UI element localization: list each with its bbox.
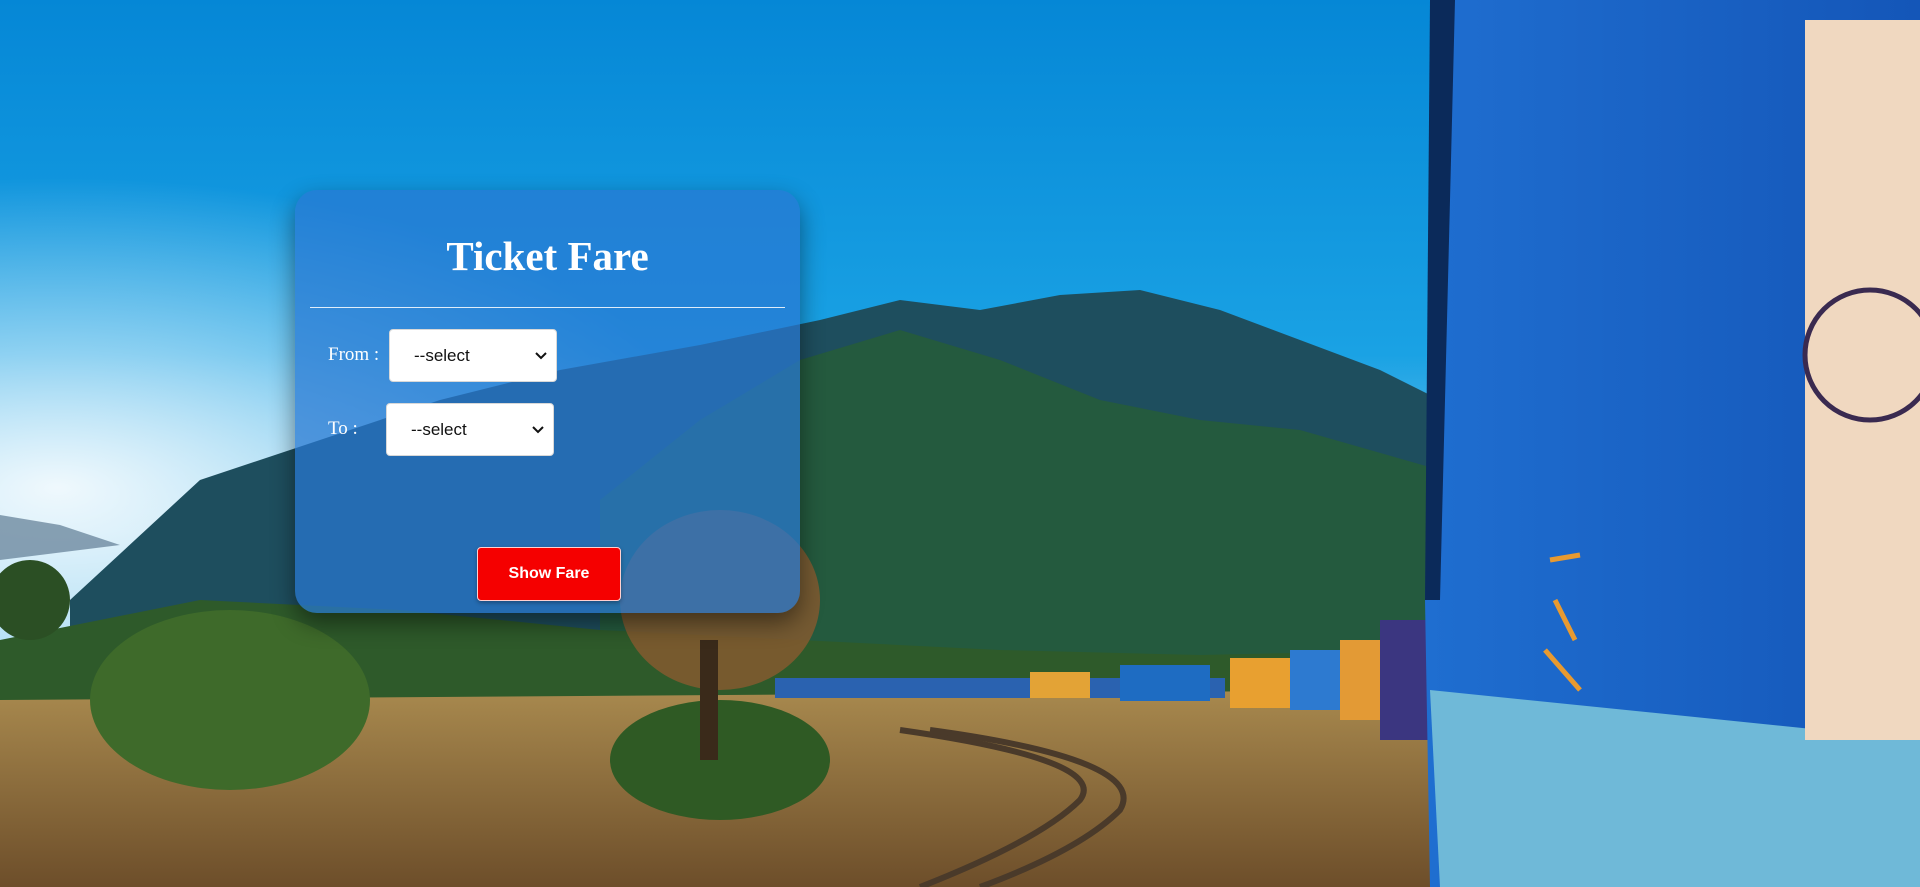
to-label: To : <box>328 418 358 439</box>
from-select[interactable]: --select <box>389 329 557 382</box>
ticket-fare-form: Ticket Fare From : --select To : --selec… <box>295 190 800 613</box>
chevron-down-icon <box>532 425 544 433</box>
chevron-down-icon <box>535 351 547 359</box>
from-select-value: --select <box>414 345 470 365</box>
show-fare-button[interactable]: Show Fare <box>477 547 621 601</box>
background-photo <box>0 0 1920 887</box>
form-title: Ticket Fare <box>446 233 649 279</box>
from-label: From : <box>328 344 380 365</box>
title-divider <box>310 307 785 308</box>
train-landscape-image <box>0 0 1920 887</box>
to-select[interactable]: --select <box>386 403 554 456</box>
to-select-value: --select <box>411 419 467 439</box>
